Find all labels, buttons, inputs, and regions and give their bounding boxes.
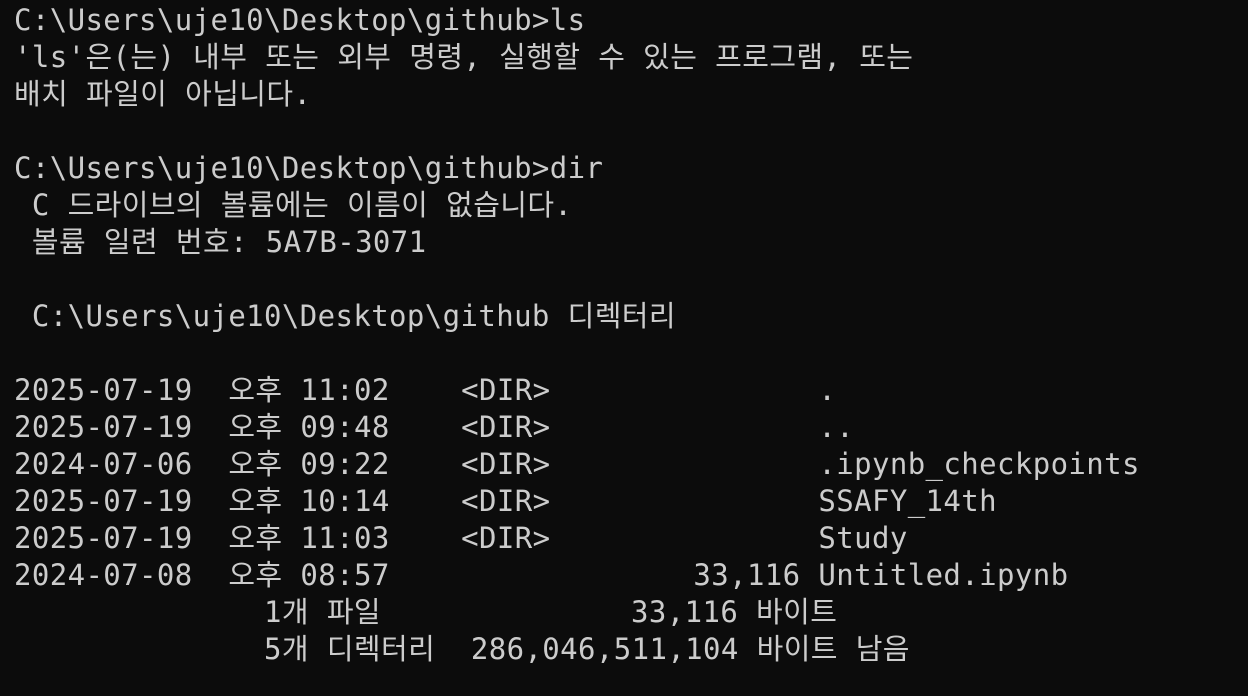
command-prompt-ls: C:\Users\uje10\Desktop\github>ls [14,3,586,37]
entry-type: <DIR> [461,447,551,481]
entry-name: SSAFY_14th [818,484,997,518]
entry-name: Study [818,521,908,555]
dir-entry-row: 2025-07-19 오후 11:02 <DIR> . [14,372,1248,409]
entry-date: 2025-07-19 [14,521,193,555]
entry-type: <DIR> [461,373,551,407]
entry-type: <DIR> [461,521,551,555]
entry-name: . [818,373,837,407]
entry-name: .ipynb_checkpoints [818,447,1140,481]
entry-date: 2025-07-19 [14,373,193,407]
entry-ampm: 오후 [228,410,283,444]
summary-dirs-line: 5개 디렉터리 286,046,511,104 바이트 남음 [14,632,910,666]
entry-time: 09:22 [300,447,390,481]
entry-size: 33,116 [693,558,801,592]
summary-files-line: 1개 파일 33,116 바이트 [14,595,838,629]
entry-ampm: 오후 [228,373,283,407]
directory-listing: 2025-07-19 오후 11:02 <DIR> . 2025-07-19 오후… [14,372,1248,594]
entry-date: 2025-07-19 [14,410,193,444]
entry-type: <DIR> [461,410,551,444]
entry-ampm: 오후 [228,521,283,555]
entry-ampm: 오후 [228,484,283,518]
entry-ampm: 오후 [228,447,283,481]
entry-time: 09:48 [300,410,390,444]
entry-date: 2024-07-08 [14,558,193,592]
entry-date: 2025-07-19 [14,484,193,518]
entry-time: 10:14 [300,484,390,518]
entry-time: 08:57 [300,558,390,592]
terminal-window[interactable]: C:\Users\uje10\Desktop\github>ls 'ls'은(는… [14,2,1248,696]
entry-time: 11:03 [300,521,390,555]
volume-serial-line: 볼륨 일련 번호: 5A7B-3071 [14,225,427,259]
dir-entry-row: 2024-07-08 오후 08:57 33,116 Untitled.ipyn… [14,557,1248,594]
dir-entry-row: 2024-07-06 오후 09:22 <DIR> .ipynb_checkpo… [14,446,1248,483]
error-message-line-1: 'ls'은(는) 내부 또는 외부 명령, 실행할 수 있는 프로그램, 또는 [14,40,914,74]
command-prompt-dir: C:\Users\uje10\Desktop\github>dir [14,151,604,185]
error-message-line-2: 배치 파일이 아닙니다. [14,77,312,111]
volume-name-line: C 드라이브의 볼륨에는 이름이 없습니다. [14,188,573,222]
entry-type: <DIR> [461,484,551,518]
dir-entry-row: 2025-07-19 오후 09:48 <DIR> .. [14,409,1248,446]
entry-name: .. [818,410,855,444]
entry-ampm: 오후 [228,558,283,592]
entry-time: 11:02 [300,373,390,407]
dir-entry-row: 2025-07-19 오후 11:03 <DIR> Study [14,520,1248,557]
directory-heading: C:\Users\uje10\Desktop\github 디렉터리 [14,299,676,333]
dir-entry-row: 2025-07-19 오후 10:14 <DIR> SSAFY_14th [14,483,1248,520]
entry-date: 2024-07-06 [14,447,193,481]
entry-name: Untitled.ipynb [818,558,1069,592]
